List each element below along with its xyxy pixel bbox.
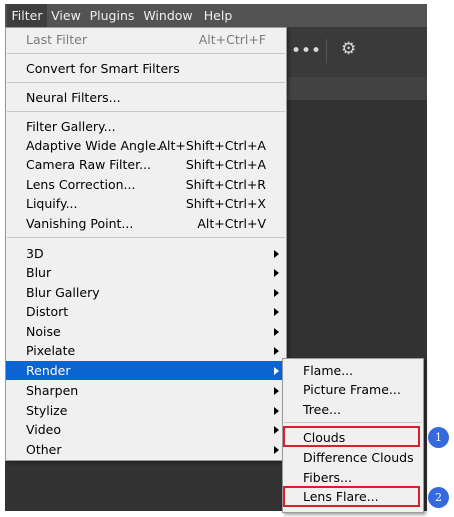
menu-item-adaptive-wide-angle[interactable]: Adaptive Wide Angle... Alt+Shift+Ctrl+A [6, 136, 286, 155]
submenu-arrow-icon [274, 308, 279, 316]
menu-item-blur[interactable]: Blur [6, 263, 286, 282]
menu-separator [7, 53, 285, 54]
menu-separator [7, 111, 285, 112]
gear-icon[interactable]: ⚙ [341, 39, 356, 59]
shortcut-label: Shift+Ctrl+X [185, 196, 266, 211]
menu-item-lens-correction[interactable]: Lens Correction... Shift+Ctrl+R [6, 175, 286, 194]
menu-item-filter-gallery[interactable]: Filter Gallery... [6, 117, 286, 136]
menu-item-label: Neural Filters... [26, 90, 121, 105]
shortcut-label: Shift+Ctrl+A [185, 157, 266, 172]
menu-item-tree[interactable]: Tree... [283, 400, 423, 419]
menu-item-sharpen[interactable]: Sharpen [6, 381, 286, 400]
menu-item-convert-smart-filters[interactable]: Convert for Smart Filters [6, 59, 286, 78]
submenu-arrow-icon [274, 347, 279, 355]
menu-item-neural-filters[interactable]: Neural Filters... [6, 88, 286, 107]
menu-item-label: Distort [26, 304, 69, 319]
shortcut-label: Alt+Ctrl+V [197, 216, 266, 231]
submenu-arrow-icon [274, 289, 279, 297]
menu-plugins[interactable]: Plugins [87, 4, 137, 27]
menu-item-liquify[interactable]: Liquify... Shift+Ctrl+X [6, 194, 286, 213]
menu-item-label: Lens Correction... [26, 177, 136, 192]
submenu-arrow-icon [274, 367, 279, 375]
menu-item-fibers[interactable]: Fibers... [283, 468, 423, 487]
menu-item-label: Filter Gallery... [26, 119, 116, 134]
step-marker-2: 2 [428, 487, 449, 508]
menu-help[interactable]: Help [201, 4, 235, 27]
shortcut-label: Alt+Ctrl+F [198, 32, 266, 47]
menu-item-3d[interactable]: 3D [6, 244, 286, 263]
menu-item-blur-gallery[interactable]: Blur Gallery [6, 283, 286, 302]
menu-item-video[interactable]: Video [6, 420, 286, 439]
menu-item-label: Vanishing Point... [26, 216, 134, 231]
menu-separator [7, 82, 285, 83]
menu-separator [284, 422, 422, 423]
highlight-box-clouds [283, 426, 420, 447]
menu-item-label: Tree... [303, 402, 341, 417]
menu-item-label: Render [26, 363, 71, 378]
menu-item-pixelate[interactable]: Pixelate [6, 341, 286, 360]
more-icon[interactable]: ••• [291, 41, 321, 61]
submenu-arrow-icon [274, 328, 279, 336]
menu-item-distort[interactable]: Distort [6, 302, 286, 321]
menu-item-label: Blur [26, 265, 52, 280]
menu-item-label: Blur Gallery [26, 285, 100, 300]
toolbar-divider [326, 39, 327, 63]
menu-item-label: Video [26, 422, 62, 437]
menu-item-render[interactable]: Render [6, 361, 286, 380]
menu-item-label: Liquify... [26, 196, 78, 211]
menu-item-label: 3D [26, 246, 44, 261]
menu-item-vanishing-point[interactable]: Vanishing Point... Alt+Ctrl+V [6, 214, 286, 233]
menu-item-difference-clouds[interactable]: Difference Clouds [283, 448, 423, 467]
menu-item-label: Last Filter [26, 32, 87, 47]
submenu-arrow-icon [274, 407, 279, 415]
menu-window[interactable]: Window [140, 4, 196, 27]
menu-bar: Filter View Plugins Window Help [5, 4, 427, 27]
menu-item-label: Camera Raw Filter... [26, 157, 152, 172]
submenu-arrow-icon [274, 446, 279, 454]
filter-menu: Last Filter Alt+Ctrl+F Convert for Smart… [5, 27, 287, 461]
menu-item-label: Convert for Smart Filters [26, 61, 180, 76]
menu-filter[interactable]: Filter [7, 4, 47, 27]
menu-item-picture-frame[interactable]: Picture Frame... [283, 380, 423, 399]
submenu-arrow-icon [274, 250, 279, 258]
shortcut-label: Shift+Ctrl+R [185, 177, 266, 192]
submenu-arrow-icon [274, 387, 279, 395]
shortcut-label: Alt+Shift+Ctrl+A [158, 138, 266, 153]
menu-item-camera-raw-filter[interactable]: Camera Raw Filter... Shift+Ctrl+A [6, 155, 286, 174]
menu-item-label: Fibers... [303, 470, 352, 485]
menu-item-label: Difference Clouds [303, 450, 414, 465]
menu-item-stylize[interactable]: Stylize [6, 401, 286, 420]
menu-item-label: Flame... [303, 363, 354, 378]
menu-item-label: Sharpen [26, 383, 79, 398]
submenu-arrow-icon [274, 426, 279, 434]
menu-item-noise[interactable]: Noise [6, 322, 286, 341]
menu-item-label: Noise [26, 324, 61, 339]
menu-item-other[interactable]: Other [6, 440, 286, 459]
render-submenu: Flame... Picture Frame... Tree... Clouds… [282, 358, 424, 513]
submenu-arrow-icon [274, 269, 279, 277]
menu-item-label: Other [26, 442, 62, 457]
menu-separator [7, 237, 285, 238]
menu-item-label: Adaptive Wide Angle... [26, 138, 168, 153]
menu-item-label: Pixelate [26, 343, 76, 358]
menu-item-flame[interactable]: Flame... [283, 361, 423, 380]
menu-item-label: Stylize [26, 403, 68, 418]
step-marker-1: 1 [428, 427, 449, 448]
menu-view[interactable]: View [49, 4, 83, 27]
highlight-box-lens-flare [283, 486, 420, 507]
menu-item-label: Picture Frame... [303, 382, 401, 397]
menu-item-last-filter: Last Filter Alt+Ctrl+F [6, 30, 286, 49]
